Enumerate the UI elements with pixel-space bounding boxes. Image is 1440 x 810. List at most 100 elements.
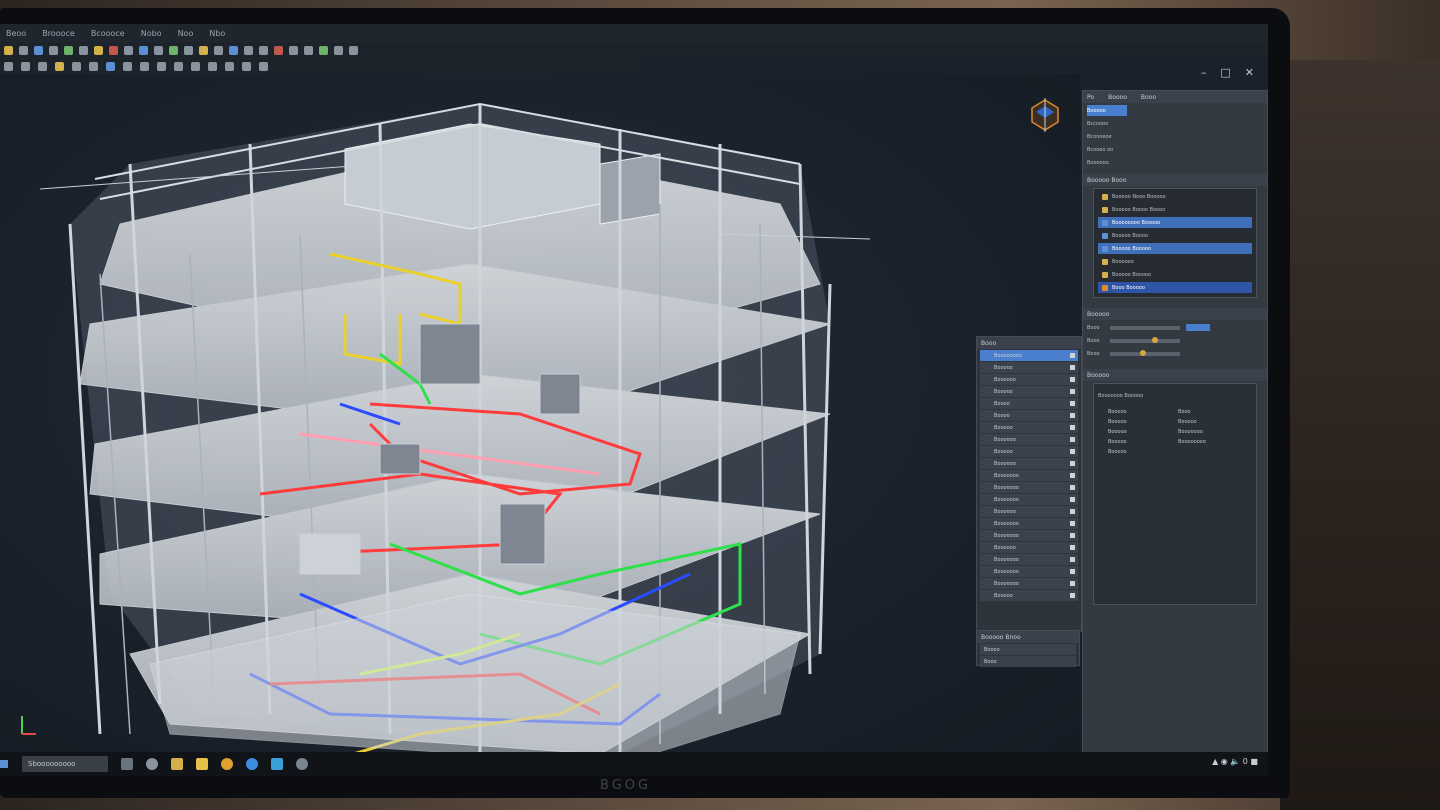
layer-row[interactable]: Booooo Nooo Booooo — [1098, 191, 1252, 202]
tool-icon[interactable] — [208, 61, 217, 71]
palette-row[interactable]: Boooooo — [980, 458, 1078, 469]
tool-icon[interactable] — [38, 61, 47, 71]
palette-row[interactable]: Booooooo — [980, 566, 1078, 577]
viewcube-icon[interactable] — [1030, 98, 1060, 136]
prop-value[interactable]: Booo — [1178, 409, 1238, 415]
tool-icon[interactable] — [289, 45, 298, 55]
palette-row[interactable]: Booooooo — [980, 482, 1078, 493]
tool-icon[interactable] — [225, 61, 234, 71]
slider[interactable] — [1109, 349, 1180, 356]
browser-item[interactable]: Bccoooo — [1087, 118, 1263, 129]
tool-icon[interactable] — [157, 61, 166, 71]
tool-icon[interactable] — [199, 45, 208, 55]
visibility-checkbox[interactable] — [1070, 377, 1075, 382]
tool-icon[interactable] — [259, 61, 268, 71]
tab[interactable]: Po — [1087, 94, 1094, 101]
app-icon[interactable] — [171, 758, 183, 770]
visibility-checkbox[interactable] — [1070, 569, 1075, 574]
settings-row[interactable]: Booo — [1087, 348, 1263, 359]
tool-icon[interactable] — [174, 61, 183, 71]
maximize-button[interactable]: □ — [1220, 66, 1230, 79]
prop-value[interactable]: Boooooooo — [1178, 439, 1238, 445]
search-icon[interactable] — [146, 758, 158, 770]
visibility-checkbox[interactable] — [1070, 533, 1075, 538]
tool-icon[interactable] — [154, 45, 163, 55]
tool-icon[interactable] — [349, 45, 358, 55]
tool-icon[interactable] — [106, 61, 115, 71]
tool-icon[interactable] — [274, 45, 283, 55]
palette-row[interactable]: Booooo — [980, 590, 1078, 601]
tool-icon[interactable] — [123, 61, 132, 71]
palette-row[interactable]: Booooooo — [980, 530, 1078, 541]
system-tray[interactable]: ▲ ◉ 🔈 0 ■ — [1212, 757, 1258, 766]
tool-icon[interactable] — [4, 45, 13, 55]
browser-icon[interactable] — [221, 758, 233, 770]
model-viewport[interactable] — [0, 74, 1080, 766]
prop-value[interactable]: Booooooo — [1178, 429, 1238, 435]
tool-icon[interactable] — [242, 61, 251, 71]
tool-icon[interactable] — [124, 45, 133, 55]
tab[interactable]: Boooo — [1108, 94, 1127, 101]
slider-thumb[interactable] — [1151, 336, 1158, 343]
slider-thumb[interactable] — [1139, 349, 1146, 356]
browser-item[interactable]: Bcooeo oo — [1087, 144, 1263, 155]
palette-row[interactable]: Booooooo — [980, 578, 1078, 589]
edge-icon[interactable] — [246, 758, 258, 770]
visibility-checkbox[interactable] — [1070, 437, 1075, 442]
layer-row[interactable]: Booooo Booooo — [1098, 269, 1252, 280]
browser-title[interactable]: Booooo — [1087, 105, 1127, 116]
tool-icon[interactable] — [169, 45, 178, 55]
palette-row[interactable]: Boooooo — [980, 434, 1078, 445]
layer-row[interactable]: Booo Booooo — [1098, 282, 1252, 293]
tool-icon[interactable] — [94, 45, 103, 55]
browser-item[interactable]: Bcoooeoe — [1087, 131, 1263, 142]
palette-row[interactable]: Booooooo — [980, 554, 1078, 565]
settings-row[interactable]: Booo — [1087, 322, 1263, 333]
layer-row[interactable]: Booooo Boooo — [1098, 230, 1252, 241]
palette-row[interactable]: Booooooo — [980, 518, 1078, 529]
layer-row[interactable]: Booooo Boooo Boooo — [1098, 204, 1252, 215]
tool-icon[interactable] — [229, 45, 238, 55]
slider[interactable] — [1109, 325, 1180, 330]
visibility-checkbox[interactable] — [1070, 485, 1075, 490]
visibility-checkbox[interactable] — [1070, 557, 1075, 562]
prop-value[interactable] — [1178, 449, 1238, 455]
value-box[interactable] — [1185, 324, 1210, 331]
tool-icon[interactable] — [259, 45, 268, 55]
palette-row[interactable]: Booooooo — [980, 470, 1078, 481]
layer-row[interactable]: Boooooooo Booooo — [1098, 217, 1252, 228]
visibility-checkbox[interactable] — [1070, 449, 1075, 454]
folder-icon[interactable] — [196, 758, 208, 770]
menu-item[interactable]: Beoo — [6, 29, 26, 38]
tool-icon[interactable] — [109, 45, 118, 55]
menu-item[interactable]: Noo — [178, 29, 194, 38]
tool-icon[interactable] — [79, 45, 88, 55]
palette-row[interactable]: Booooo — [980, 386, 1078, 397]
minimize-button[interactable]: – — [1201, 66, 1207, 79]
visibility-checkbox[interactable] — [1070, 413, 1075, 418]
browser-item[interactable]: Boooooo — [1087, 157, 1263, 168]
settings-icon[interactable] — [296, 758, 308, 770]
tool-icon[interactable] — [304, 45, 313, 55]
layer-row[interactable]: Boooooo — [1098, 256, 1252, 267]
palette-row[interactable]: Boooooo — [980, 374, 1078, 385]
visibility-checkbox[interactable] — [1070, 581, 1075, 586]
tool-icon[interactable] — [21, 61, 30, 71]
palette-row[interactable]: Booooo — [980, 422, 1078, 433]
palette-row[interactable]: Booooo — [980, 362, 1078, 373]
visibility-checkbox[interactable] — [1070, 461, 1075, 466]
close-button[interactable]: ✕ — [1245, 66, 1254, 79]
tool-icon[interactable] — [72, 61, 81, 71]
tool-icon[interactable] — [49, 45, 58, 55]
palette-row[interactable]: Boooo — [980, 398, 1078, 409]
menu-item[interactable]: Broooce — [42, 29, 75, 38]
visibility-checkbox[interactable] — [1070, 593, 1075, 598]
footer-row[interactable]: Booo — [980, 656, 1076, 667]
tool-icon[interactable] — [34, 45, 43, 55]
slider[interactable] — [1109, 336, 1180, 343]
visibility-checkbox[interactable] — [1070, 365, 1075, 370]
palette-row[interactable]: Boooo — [980, 410, 1078, 421]
visibility-checkbox[interactable] — [1070, 497, 1075, 502]
visibility-checkbox[interactable] — [1070, 425, 1075, 430]
palette-row[interactable]: Boooooo — [980, 506, 1078, 517]
